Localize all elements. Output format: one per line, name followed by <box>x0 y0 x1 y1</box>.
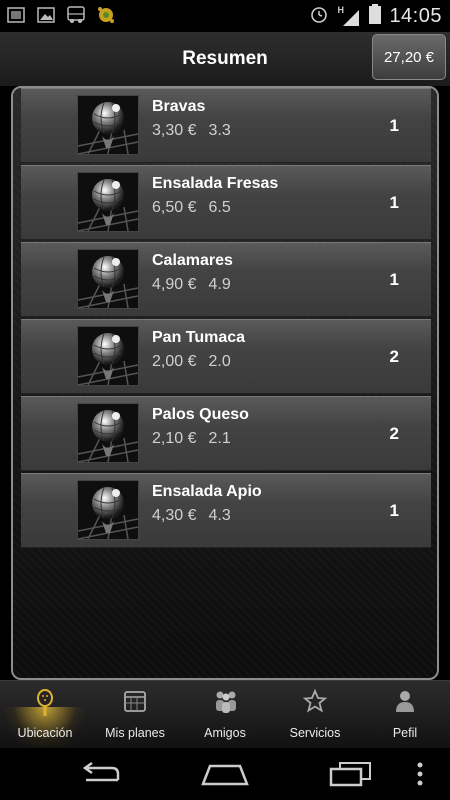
order-item-row[interactable]: Bravas 3,30 € 3.3 1 <box>21 88 431 163</box>
item-price: 2,10 € <box>152 430 197 447</box>
tab-amigos[interactable]: Amigos <box>180 681 270 749</box>
item-value: 2.1 <box>208 430 231 447</box>
tab-label: Mis planes <box>105 726 165 740</box>
star-icon <box>302 688 328 713</box>
status-bar: H 14:05 <box>0 0 450 32</box>
battery-icon <box>369 4 382 29</box>
item-quantity: 1 <box>389 193 399 212</box>
signal-icon: H <box>337 5 361 27</box>
home-icon[interactable] <box>195 758 255 790</box>
item-name: Pan Tumaca <box>152 329 246 346</box>
item-thumbnail <box>77 480 139 540</box>
bus-icon <box>66 5 86 25</box>
item-name: Bravas <box>152 98 206 115</box>
image-icon <box>36 5 56 25</box>
item-quantity: 1 <box>389 270 399 289</box>
item-name: Ensalada Apio <box>152 483 262 500</box>
recent-apps-icon[interactable] <box>320 758 380 790</box>
notification-icons <box>6 5 116 25</box>
padel-racket-icon <box>33 689 57 716</box>
order-list: Bravas 3,30 € 3.3 1 Ensalada Fresas 6,50 € 6.5… <box>21 88 431 550</box>
item-price-line: 4,90 € 4.9 <box>152 276 231 294</box>
order-summary-panel: Bravas 3,30 € 3.3 1 Ensalada Fresas 6,50 € 6.5… <box>11 86 439 680</box>
tab-mis-planes[interactable]: Mis planes <box>90 681 180 749</box>
3g-icon <box>6 5 26 25</box>
item-thumbnail <box>77 403 139 463</box>
item-price-line: 2,10 € 2.1 <box>152 430 231 448</box>
item-price-line: 2,00 € 2.0 <box>152 353 231 371</box>
item-price: 3,30 € <box>152 122 197 139</box>
total-button[interactable]: 27,20 € <box>372 34 446 80</box>
back-icon[interactable] <box>70 758 130 790</box>
order-item-row[interactable]: Calamares 4,90 € 4.9 1 <box>21 242 431 317</box>
system-nav-bar <box>0 748 450 800</box>
item-price: 6,50 € <box>152 199 197 216</box>
order-item-row[interactable]: Ensalada Fresas 6,50 € 6.5 1 <box>21 165 431 240</box>
clock: 14:05 <box>389 5 442 27</box>
order-item-row[interactable]: Palos Queso 2,10 € 2.1 2 <box>21 396 431 471</box>
header-bar: Resumen 27,20 € <box>0 32 450 86</box>
calendar-icon <box>123 689 147 713</box>
item-value: 3.3 <box>208 122 231 139</box>
tab-pefil[interactable]: Pefil <box>360 681 450 749</box>
item-name: Ensalada Fresas <box>152 175 279 192</box>
item-price: 2,00 € <box>152 353 197 370</box>
item-price-line: 6,50 € 6.5 <box>152 199 231 217</box>
item-value: 2.0 <box>208 353 231 370</box>
item-value: 6.5 <box>208 199 231 216</box>
item-value: 4.3 <box>208 507 231 524</box>
overflow-menu-icon[interactable] <box>405 758 435 790</box>
people-icon <box>213 689 237 713</box>
item-thumbnail <box>77 95 139 155</box>
alarm-icon <box>309 4 329 29</box>
bottom-tab-bar: Ubicación Mis planes Amigos Servicios Pe… <box>0 680 450 749</box>
order-item-row[interactable]: Ensalada Apio 4,30 € 4.3 1 <box>21 473 431 548</box>
tab-label: Servicios <box>289 726 341 740</box>
item-quantity: 1 <box>389 501 399 520</box>
tab-servicios[interactable]: Servicios <box>270 681 360 749</box>
item-thumbnail <box>77 326 139 386</box>
tab-label: Amigos <box>204 726 246 740</box>
tab-label: Ubicación <box>17 726 73 740</box>
item-price-line: 3,30 € 3.3 <box>152 122 231 140</box>
order-item-row[interactable]: Pan Tumaca 2,00 € 2.0 2 <box>21 319 431 394</box>
person-icon <box>393 689 417 713</box>
item-thumbnail <box>77 249 139 309</box>
system-icons: H 14:05 <box>309 4 442 29</box>
item-price: 4,90 € <box>152 276 197 293</box>
item-thumbnail <box>77 172 139 232</box>
item-name: Calamares <box>152 252 233 269</box>
item-price: 4,30 € <box>152 507 197 524</box>
tab-ubicacion[interactable]: Ubicación <box>0 681 90 749</box>
tab-label: Pefil <box>392 726 418 740</box>
item-value: 4.9 <box>208 276 231 293</box>
item-quantity: 1 <box>389 116 399 135</box>
item-quantity: 2 <box>389 424 399 443</box>
item-price-line: 4,30 € 4.3 <box>152 507 231 525</box>
item-name: Palos Queso <box>152 406 249 423</box>
gear-icon <box>96 5 116 25</box>
item-quantity: 2 <box>389 347 399 366</box>
